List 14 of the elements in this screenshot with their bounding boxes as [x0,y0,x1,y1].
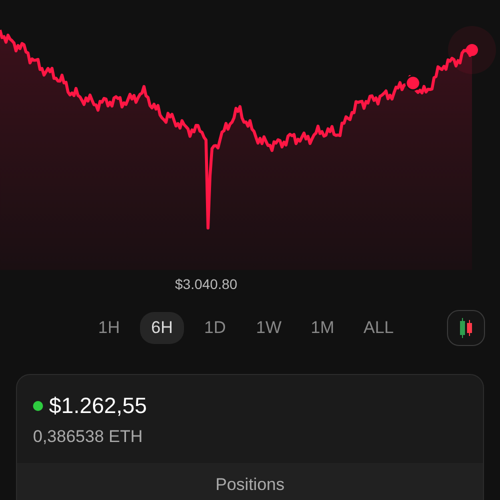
period-tab[interactable]: 1W [246,312,292,344]
eth-amount: 0,386538 ETH [32,426,144,447]
price-label: $3.040.80 [175,276,238,292]
period-tab[interactable]: 1H [87,312,131,344]
trade-marker [405,75,421,91]
balance-value: $1.262,55 [49,393,147,419]
period-tab[interactable]: 6H [140,312,184,344]
period-tab[interactable]: ALL [354,312,404,344]
positions-tab[interactable]: Positions [17,463,483,500]
candlestick-button[interactable] [447,310,485,346]
period-tab[interactable]: 1D [193,312,237,344]
current-price-dot [448,26,496,74]
period-tab[interactable]: 1M [300,312,344,344]
candlestick-icon [459,318,473,338]
